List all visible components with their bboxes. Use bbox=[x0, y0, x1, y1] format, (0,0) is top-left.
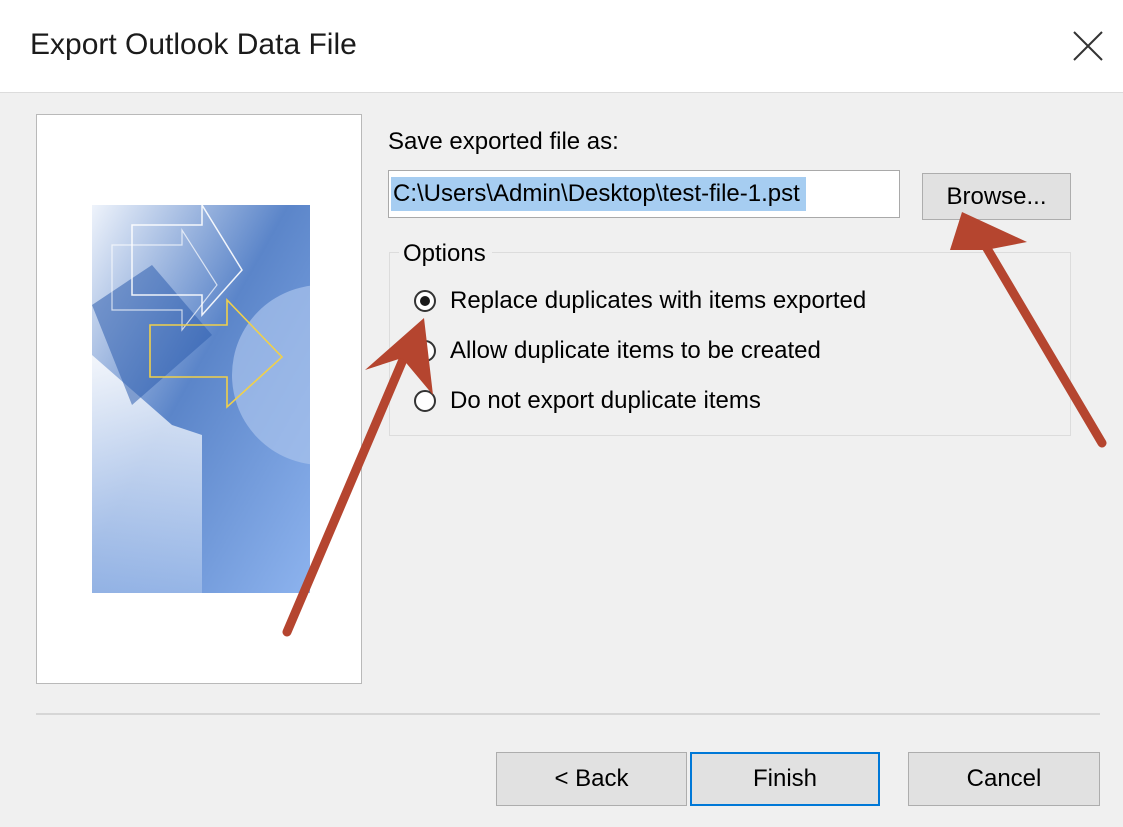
file-path-value: C:\Users\Admin\Desktop\test-file-1.pst bbox=[391, 177, 806, 211]
radio-selected-icon bbox=[414, 290, 436, 312]
title-bar: Export Outlook Data File bbox=[0, 0, 1123, 93]
save-as-label: Save exported file as: bbox=[388, 128, 619, 155]
radio-unselected-icon bbox=[414, 340, 436, 362]
radio-do-not-export-duplicates[interactable]: Do not export duplicate items bbox=[414, 387, 761, 415]
radio-replace-duplicates[interactable]: Replace duplicates with items exported bbox=[414, 287, 866, 315]
dialog-title: Export Outlook Data File bbox=[30, 28, 357, 61]
export-wizard-illustration bbox=[92, 205, 310, 593]
cancel-button[interactable]: Cancel bbox=[908, 752, 1100, 806]
radio-label: Allow duplicate items to be created bbox=[450, 337, 821, 364]
radio-label: Replace duplicates with items exported bbox=[450, 287, 867, 314]
close-icon[interactable] bbox=[1066, 24, 1110, 68]
file-path-input[interactable]: C:\Users\Admin\Desktop\test-file-1.pst bbox=[388, 170, 900, 218]
radio-unselected-icon bbox=[414, 390, 436, 412]
wizard-art-panel bbox=[36, 114, 362, 684]
finish-button[interactable]: Finish bbox=[690, 752, 880, 806]
browse-button[interactable]: Browse... bbox=[922, 173, 1071, 220]
footer-divider bbox=[36, 713, 1100, 715]
options-legend: Options bbox=[399, 240, 492, 268]
radio-allow-duplicates[interactable]: Allow duplicate items to be created bbox=[414, 337, 821, 365]
radio-label: Do not export duplicate items bbox=[450, 387, 761, 414]
back-button[interactable]: < Back bbox=[496, 752, 687, 806]
